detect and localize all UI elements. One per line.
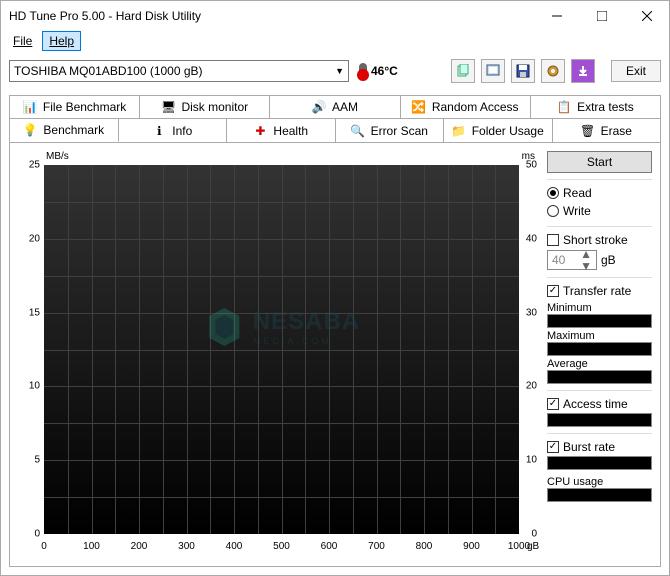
tab-folder-usage[interactable]: 📁Folder Usage [444, 118, 553, 142]
short-stroke-input[interactable]: 40▲▼ [547, 250, 597, 270]
menubar: File Help [1, 31, 669, 51]
checkbox-burst-rate[interactable]: Burst rate [547, 438, 652, 456]
bar-cpu-usage [547, 488, 652, 502]
monitor-icon: 🖥 [161, 100, 175, 114]
search-icon: 🔍 [351, 124, 365, 138]
download-button[interactable] [571, 59, 595, 83]
info-icon: ℹ [152, 124, 166, 138]
maximize-button[interactable] [579, 1, 624, 31]
temperature-display: 46°C [359, 63, 398, 79]
radio-read[interactable]: Read [547, 184, 652, 202]
checkbox-transfer-rate[interactable]: Transfer rate [547, 282, 652, 300]
folder-icon: 📁 [452, 124, 466, 138]
extra-icon: 📋 [557, 100, 571, 114]
tab-extra-tests[interactable]: 📋Extra tests [531, 95, 661, 119]
menu-help[interactable]: Help [42, 31, 81, 51]
window-title: HD Tune Pro 5.00 - Hard Disk Utility [9, 9, 534, 23]
chevron-down-icon: ▼ [335, 66, 344, 76]
toolbar: TOSHIBA MQ01ABD100 (1000 gB) ▼ 46°C Exit [1, 51, 669, 91]
menu-file[interactable]: File [7, 32, 38, 50]
label-maximum: Maximum [547, 330, 652, 342]
chart-canvas: NESABA MEDIA.COM [44, 165, 519, 534]
tab-error-scan[interactable]: 🔍Error Scan [336, 118, 445, 142]
start-button[interactable]: Start [547, 151, 652, 173]
radio-icon [547, 187, 559, 199]
drive-select[interactable]: TOSHIBA MQ01ABD100 (1000 gB) ▼ [9, 60, 349, 82]
tab-health[interactable]: ✚Health [227, 118, 336, 142]
bar-access-time [547, 413, 652, 427]
tab-row-primary: 💡Benchmark ℹInfo ✚Health 🔍Error Scan 📁Fo… [9, 118, 661, 142]
bar-maximum [547, 342, 652, 356]
label-average: Average [547, 358, 652, 370]
exit-button[interactable]: Exit [611, 60, 661, 82]
benchmark-chart: MB/s ms NESABA MEDIA.COM 005101020153020… [18, 151, 537, 558]
checkbox-short-stroke[interactable]: Short stroke [547, 231, 652, 249]
tab-erase[interactable]: 🗑Erase [553, 118, 662, 142]
tab-random-access[interactable]: 🔀Random Access [401, 95, 531, 119]
health-icon: ✚ [253, 124, 267, 138]
save-button[interactable] [511, 59, 535, 83]
short-stroke-unit: gB [601, 253, 616, 267]
titlebar: HD Tune Pro 5.00 - Hard Disk Utility [1, 1, 669, 31]
bar-average [547, 370, 652, 384]
file-benchmark-icon: 📊 [23, 100, 37, 114]
close-button[interactable] [624, 1, 669, 31]
copy-screenshot-button[interactable] [481, 59, 505, 83]
thermometer-icon [359, 63, 367, 79]
app-window: HD Tune Pro 5.00 - Hard Disk Utility Fil… [0, 0, 670, 576]
tab-info[interactable]: ℹInfo [119, 118, 228, 142]
label-cpu-usage: CPU usage [547, 476, 652, 488]
x-unit: gB [527, 541, 541, 552]
checkbox-icon [547, 234, 559, 246]
erase-icon: 🗑 [581, 124, 595, 138]
options-button[interactable] [541, 59, 565, 83]
random-icon: 🔀 [412, 100, 426, 114]
checkbox-icon [547, 398, 559, 410]
copy-info-button[interactable] [451, 59, 475, 83]
checkbox-icon [547, 285, 559, 297]
tab-disk-monitor[interactable]: 🖥Disk monitor [140, 95, 270, 119]
bar-minimum [547, 314, 652, 328]
content-panel: MB/s ms NESABA MEDIA.COM 005101020153020… [9, 142, 661, 567]
bar-burst-rate [547, 456, 652, 470]
y-left-unit: MB/s [46, 151, 69, 162]
drive-select-value: TOSHIBA MQ01ABD100 (1000 gB) [14, 64, 203, 78]
radio-write[interactable]: Write [547, 202, 652, 220]
tab-aam[interactable]: 🔊AAM [270, 95, 400, 119]
checkbox-icon [547, 441, 559, 453]
speaker-icon: 🔊 [312, 100, 326, 114]
minimize-button[interactable] [534, 1, 579, 31]
radio-icon [547, 205, 559, 217]
side-panel: Start Read Write Short stroke 40▲▼ gB Tr… [547, 151, 652, 558]
tab-benchmark[interactable]: 💡Benchmark [9, 118, 119, 142]
bulb-icon: 💡 [23, 123, 37, 137]
tab-file-benchmark[interactable]: 📊File Benchmark [9, 95, 140, 119]
tab-row-secondary: 📊File Benchmark 🖥Disk monitor 🔊AAM 🔀Rand… [9, 95, 661, 119]
label-minimum: Minimum [547, 302, 652, 314]
checkbox-access-time[interactable]: Access time [547, 395, 652, 413]
